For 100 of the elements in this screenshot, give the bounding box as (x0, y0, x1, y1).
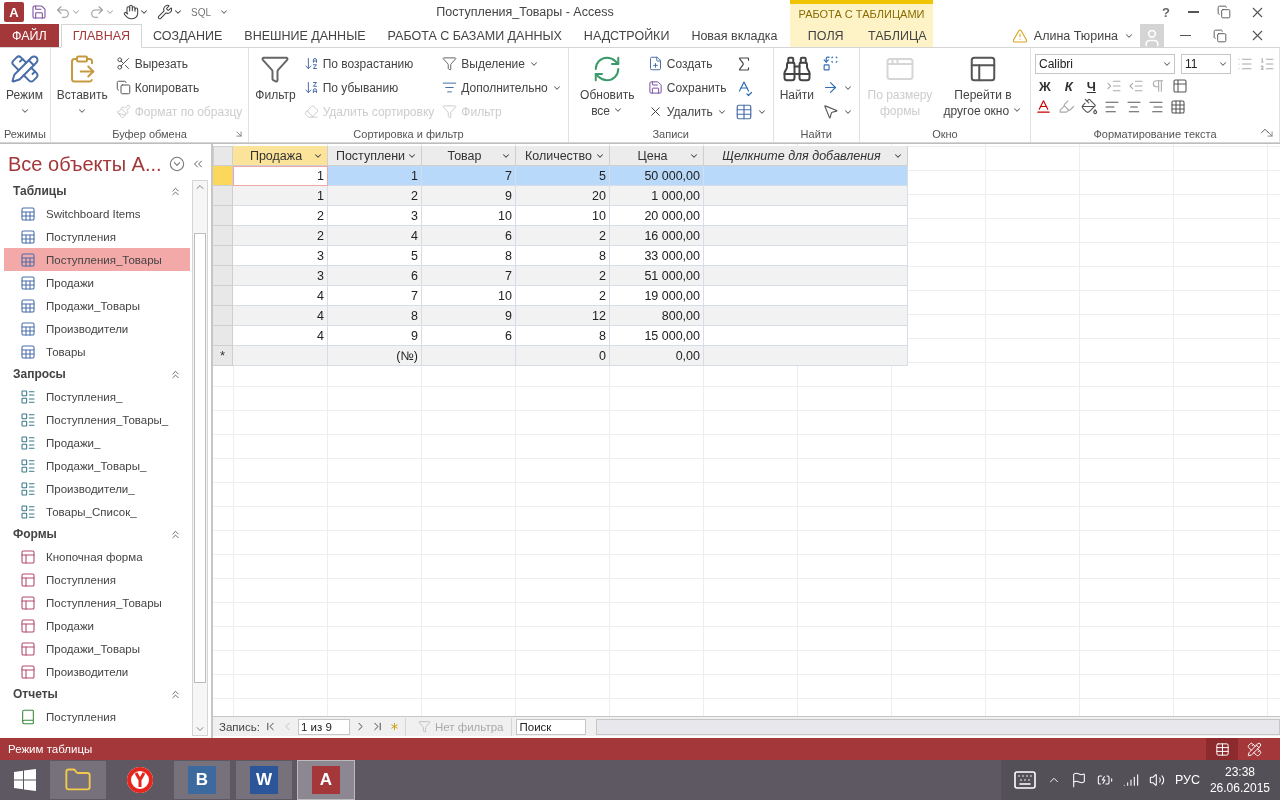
row-selector[interactable] (213, 206, 233, 226)
ribbon-large-button[interactable]: Режим (4, 52, 45, 125)
table-cell[interactable]: 2 (516, 266, 610, 286)
table-cell[interactable]: 4 (233, 286, 328, 306)
table-cell[interactable]: 9 (422, 186, 516, 206)
nav-item[interactable]: Продажи_Товары_ (4, 454, 190, 477)
search-field[interactable]: Поиск (516, 718, 587, 735)
table-cell[interactable]: 12 (516, 306, 610, 326)
view-button[interactable] (1206, 738, 1238, 760)
save-button[interactable] (30, 4, 48, 20)
nav-item[interactable]: Поступления (4, 705, 190, 728)
ribbon-large-button[interactable]: Найти (777, 52, 816, 125)
help-button[interactable]: ? (1162, 4, 1170, 20)
ribbon-large-button[interactable]: Обновить все (572, 52, 642, 125)
table-cell[interactable]: 2 (516, 286, 610, 306)
redo-button[interactable] (88, 4, 116, 20)
nav-item[interactable]: Товары (4, 340, 190, 363)
ribbon-button[interactable]: Создать (645, 52, 729, 75)
table-cell[interactable]: 7 (422, 166, 516, 186)
table-cell[interactable] (704, 206, 908, 226)
table-cell[interactable]: 8 (516, 246, 610, 266)
table-cell[interactable] (704, 346, 908, 366)
ribbon-tab[interactable]: ПОЛЯ (790, 24, 862, 47)
row-selector[interactable] (213, 306, 233, 326)
ribbon-button[interactable]: Вырезать (113, 52, 245, 75)
table-cell[interactable]: 5 (516, 166, 610, 186)
table-cell[interactable]: 6 (422, 226, 516, 246)
table-cell[interactable]: 800,00 (610, 306, 704, 326)
table-cell[interactable]: 50 000,00 (610, 166, 704, 186)
table-cell[interactable]: 33 000,00 (610, 246, 704, 266)
nav-group-header[interactable]: Отчеты (13, 687, 58, 701)
ribbon-large-button[interactable]: Фильтр (253, 52, 298, 125)
column-header[interactable]: Товар (422, 146, 516, 166)
table-cell[interactable]: 8 (422, 246, 516, 266)
table-cell[interactable]: 1 (233, 186, 328, 206)
touch-mode-button[interactable] (122, 4, 150, 20)
table-cell[interactable]: 16 000,00 (610, 226, 704, 246)
taskbar-app[interactable] (50, 761, 106, 799)
table-cell[interactable]: 7 (328, 286, 422, 306)
nav-item[interactable]: Продажи (4, 271, 190, 294)
ribbon-button[interactable]: Копировать (113, 76, 245, 99)
nav-item[interactable]: Продажи_Товары (4, 637, 190, 660)
ribbon-button[interactable]: Выделение (440, 52, 564, 75)
ribbon-tab[interactable]: ВНЕШНИЕ ДАННЫЕ (233, 24, 377, 47)
ribbon-tab[interactable]: НАДСТРОЙКИ (572, 24, 681, 47)
nav-item[interactable]: Производители (4, 317, 190, 340)
table-cell[interactable]: 1 (328, 166, 422, 186)
nav-item[interactable]: Поступления (4, 225, 190, 248)
table-cell[interactable] (704, 266, 908, 286)
table-cell[interactable]: 20 (516, 186, 610, 206)
language-indicator[interactable]: РУС (1174, 773, 1200, 787)
table-cell[interactable] (704, 286, 908, 306)
undo-button[interactable] (54, 4, 82, 20)
table-cell[interactable]: 3 (233, 246, 328, 266)
text-style-button[interactable]: Ч (1082, 78, 1100, 94)
column-header[interactable]: Цена (610, 146, 704, 166)
nav-group-header[interactable]: Таблицы (13, 184, 67, 198)
clock[interactable]: 23:38 26.06.2015 (1209, 764, 1270, 796)
ribbon-button[interactable]: Сохранить (645, 76, 729, 99)
record-position-field[interactable]: 1 из 9 (297, 718, 350, 735)
table-cell[interactable]: 2 (233, 206, 328, 226)
nav-item[interactable]: Производители_ (4, 477, 190, 500)
table-cell[interactable]: 7 (422, 266, 516, 286)
row-selector[interactable] (213, 186, 233, 206)
table-cell[interactable]: 4 (233, 306, 328, 326)
ribbon-large-button[interactable]: Вставить (54, 52, 110, 125)
sql-button[interactable]: SQL (190, 6, 212, 18)
table-cell[interactable]: 6 (328, 266, 422, 286)
table-cell[interactable]: 6 (422, 326, 516, 346)
row-selector[interactable] (213, 326, 233, 346)
row-selector[interactable] (213, 266, 233, 286)
table-cell[interactable]: 1 (233, 166, 328, 186)
ribbon-tab[interactable]: СОЗДАНИЕ (142, 24, 234, 47)
table-cell[interactable]: 8 (328, 306, 422, 326)
launcher-icon[interactable] (1265, 129, 1275, 139)
nav-group-header[interactable]: Формы (13, 527, 57, 541)
ribbon-button[interactable]: Удалить (645, 100, 729, 123)
table-cell[interactable]: 51 000,00 (610, 266, 704, 286)
nav-group-header[interactable]: Запросы (13, 367, 66, 381)
ribbon-button[interactable]: Дополнительно (440, 76, 564, 99)
nav-item[interactable]: Поступления_ (4, 385, 190, 408)
table-cell[interactable]: 2 (328, 186, 422, 206)
nav-item[interactable]: Продажи_ (4, 431, 190, 454)
ribbon-button[interactable]: По возрастанию (301, 52, 437, 75)
taskbar-app[interactable]: W (236, 761, 292, 799)
nav-item[interactable]: Поступления_Товары (4, 248, 190, 271)
table-cell[interactable]: 8 (516, 326, 610, 346)
row-selector[interactable] (213, 226, 233, 246)
minimize-icon[interactable] (1180, 34, 1191, 37)
scrollbar[interactable] (596, 718, 1280, 735)
table-cell[interactable]: 15 000,00 (610, 326, 704, 346)
table-cell[interactable] (704, 306, 908, 326)
text-style-button[interactable]: К (1060, 78, 1077, 94)
column-header[interactable]: Продажа (233, 146, 328, 166)
table-cell[interactable]: 9 (422, 306, 516, 326)
row-selector[interactable] (213, 166, 233, 186)
table-cell[interactable]: 9 (328, 326, 422, 346)
table-cell[interactable] (704, 246, 908, 266)
table-cell[interactable]: 3 (233, 266, 328, 286)
row-selector[interactable] (213, 286, 233, 306)
